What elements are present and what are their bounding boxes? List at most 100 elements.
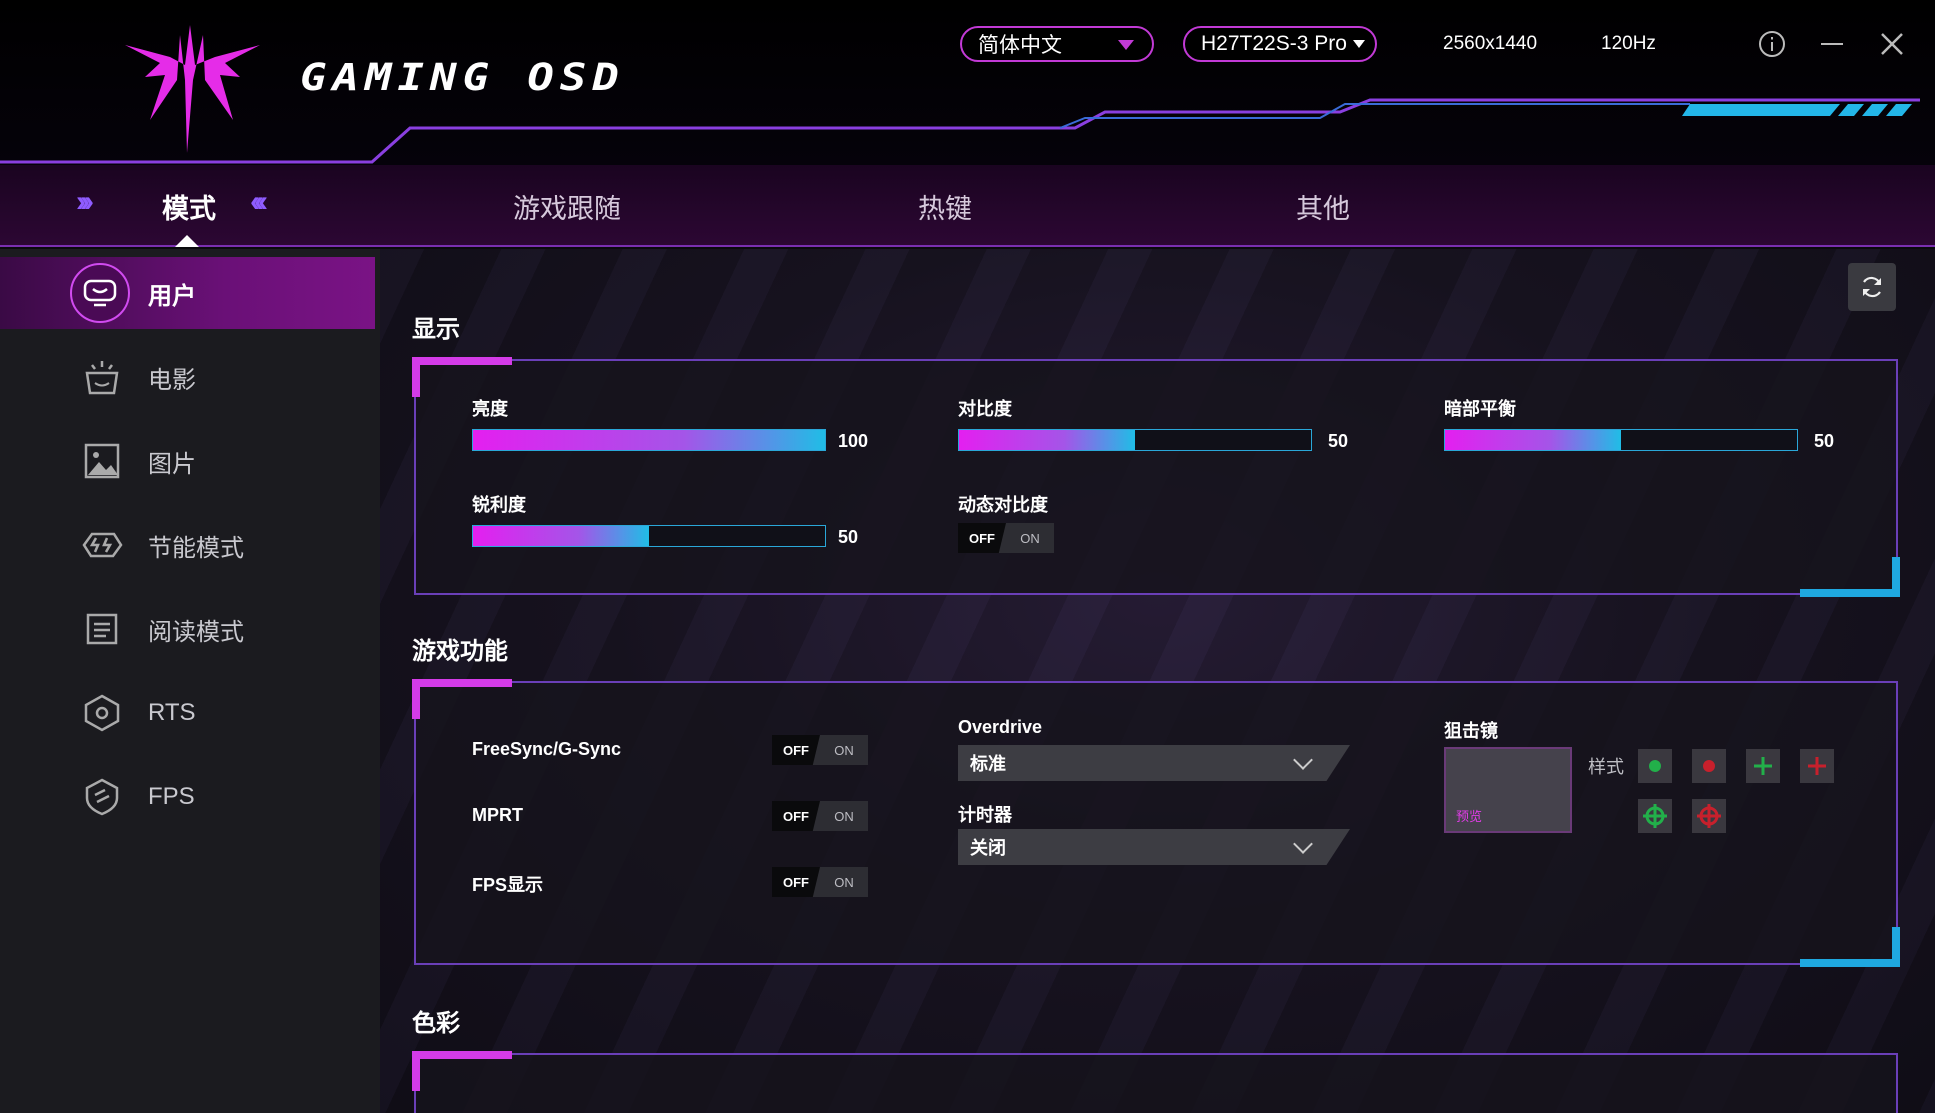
freesync-label: FreeSync/G-Sync bbox=[472, 739, 622, 759]
language-select[interactable]: 简体中文 bbox=[960, 26, 1154, 62]
eco-icon bbox=[80, 523, 124, 567]
main-content: 显示 亮度 100 对比度 50 暗部平衡 50 锐利度 50 动态对比度 OF… bbox=[380, 249, 1935, 1113]
minimize-button[interactable] bbox=[1814, 26, 1850, 62]
section-title-color: 色彩 bbox=[412, 1010, 460, 1037]
red-plus-icon bbox=[1808, 757, 1826, 775]
sharpness-fill bbox=[473, 526, 649, 546]
crosshair-red-dot-button[interactable] bbox=[1692, 749, 1726, 783]
brightness-fill bbox=[473, 430, 825, 450]
sidebar-item-label: 用户 bbox=[148, 282, 196, 310]
hexagon-icon bbox=[80, 691, 124, 735]
brightness-value: 100 bbox=[838, 431, 869, 451]
sharpness-slider[interactable] bbox=[472, 525, 826, 547]
crosshair-green-plus-button[interactable] bbox=[1746, 749, 1780, 783]
close-icon bbox=[1881, 33, 1903, 55]
info-icon bbox=[1759, 31, 1785, 57]
timer-label: 计时器 bbox=[958, 805, 1012, 825]
overdrive-select[interactable]: 标准 bbox=[958, 745, 1350, 781]
active-tab-marker bbox=[175, 235, 199, 247]
brand-logo-icon bbox=[125, 25, 260, 153]
toggle-on: ON bbox=[1020, 530, 1040, 546]
timer-select[interactable]: 关闭 bbox=[958, 829, 1350, 865]
reset-button[interactable] bbox=[1848, 263, 1896, 311]
toggle-on: ON bbox=[834, 874, 854, 890]
red-dot-icon bbox=[1703, 760, 1715, 772]
dark-balance-value: 50 bbox=[1814, 431, 1835, 451]
title-bar: GAMING OSD 简体中文 H27T22S-3 Pro 2560x1440 … bbox=[0, 0, 1935, 165]
caret-down-icon bbox=[1118, 40, 1134, 50]
toggle-off: OFF bbox=[772, 801, 820, 831]
book-icon bbox=[80, 607, 124, 651]
monitor-model-select[interactable]: H27T22S-3 Pro bbox=[1183, 26, 1377, 62]
close-button[interactable] bbox=[1874, 26, 1910, 62]
crosshair-red-scope-button[interactable] bbox=[1692, 799, 1726, 833]
info-button[interactable] bbox=[1754, 26, 1790, 62]
sidebar-item-eco[interactable]: 节能模式 bbox=[0, 509, 375, 581]
picture-icon bbox=[80, 439, 124, 483]
sidebar-item-picture[interactable]: 图片 bbox=[0, 425, 375, 497]
style-label: 样式 bbox=[1588, 757, 1624, 777]
resolution-label: 2560x1440 bbox=[1443, 33, 1538, 54]
sidebar-item-reading[interactable]: 阅读模式 bbox=[0, 593, 375, 665]
dynamic-contrast-toggle[interactable]: OFF ON bbox=[958, 523, 1054, 553]
sharpness-value: 50 bbox=[838, 527, 859, 547]
language-value: 简体中文 bbox=[978, 34, 1062, 57]
color-panel bbox=[412, 1051, 1898, 1113]
display-panel: 亮度 100 对比度 50 暗部平衡 50 锐利度 50 动态对比度 OFF O… bbox=[412, 357, 1900, 597]
section-title-display: 显示 bbox=[412, 316, 460, 343]
crosshair-green-dot-button[interactable] bbox=[1638, 749, 1672, 783]
contrast-value: 50 bbox=[1328, 431, 1349, 451]
green-scope-icon bbox=[1643, 804, 1667, 828]
brand-title: GAMING OSD bbox=[300, 55, 625, 100]
tab-other[interactable]: 其他 bbox=[1296, 187, 1350, 226]
dark-balance-label: 暗部平衡 bbox=[1444, 399, 1516, 419]
fps-display-toggle[interactable]: OFF ON bbox=[772, 867, 868, 897]
crosshair-green-scope-button[interactable] bbox=[1638, 799, 1672, 833]
tab-game-follow[interactable]: 游戏跟随 bbox=[513, 187, 621, 226]
sidebar-item-user[interactable]: 用户 bbox=[0, 257, 375, 329]
sidebar-item-movie[interactable]: 电影 bbox=[0, 341, 375, 413]
monitor-smile-icon bbox=[70, 263, 130, 323]
arrows-left-icon: ‹‹‹ bbox=[250, 185, 268, 218]
contrast-label: 对比度 bbox=[958, 399, 1012, 419]
sidebar-item-label: 阅读模式 bbox=[148, 618, 244, 646]
sidebar-item-fps[interactable]: FPS bbox=[0, 761, 375, 833]
popcorn-icon bbox=[80, 355, 124, 399]
toggle-off: OFF bbox=[958, 523, 1006, 553]
dark-balance-slider[interactable] bbox=[1444, 429, 1798, 451]
tab-mode[interactable]: 模式 bbox=[162, 187, 216, 226]
sidebar-item-label: 电影 bbox=[148, 366, 196, 394]
mprt-toggle[interactable]: OFF ON bbox=[772, 801, 868, 831]
contrast-slider[interactable] bbox=[958, 429, 1312, 451]
crosshair-preview: 预览 bbox=[1444, 747, 1572, 833]
section-title-game: 游戏功能 bbox=[412, 638, 508, 665]
chevron-down-icon bbox=[1293, 834, 1313, 854]
dark-balance-fill bbox=[1445, 430, 1621, 450]
tab-hotkeys[interactable]: 热键 bbox=[918, 187, 972, 226]
sharpness-label: 锐利度 bbox=[472, 495, 526, 515]
arrows-right-icon: ››› bbox=[76, 185, 94, 218]
crosshair-red-plus-button[interactable] bbox=[1800, 749, 1834, 783]
chevron-down-icon bbox=[1293, 750, 1313, 770]
header-decoration bbox=[0, 98, 1920, 164]
toggle-off: OFF bbox=[772, 735, 820, 765]
contrast-fill bbox=[959, 430, 1135, 450]
sidebar-item-label: RTS bbox=[148, 699, 196, 726]
toggle-off: OFF bbox=[772, 867, 820, 897]
freesync-toggle[interactable]: OFF ON bbox=[772, 735, 868, 765]
dynamic-contrast-label: 动态对比度 bbox=[958, 495, 1048, 515]
minimize-icon bbox=[1821, 43, 1843, 45]
timer-value: 关闭 bbox=[970, 838, 1006, 858]
crosshair-shield-icon bbox=[80, 775, 124, 819]
caret-down-icon bbox=[1353, 40, 1365, 48]
brightness-slider[interactable] bbox=[472, 429, 826, 451]
sidebar-item-rts[interactable]: RTS bbox=[0, 677, 375, 749]
sidebar-item-label: 图片 bbox=[148, 450, 196, 478]
green-plus-icon bbox=[1754, 757, 1772, 775]
red-scope-icon bbox=[1697, 804, 1721, 828]
overdrive-value: 标准 bbox=[970, 754, 1006, 774]
overdrive-label: Overdrive bbox=[958, 717, 1043, 737]
preview-label: 预览 bbox=[1456, 809, 1483, 824]
top-navigation: ››› 模式 ‹‹‹ 游戏跟随 热键 其他 bbox=[0, 165, 1935, 247]
sidebar-item-label: 节能模式 bbox=[148, 534, 244, 562]
